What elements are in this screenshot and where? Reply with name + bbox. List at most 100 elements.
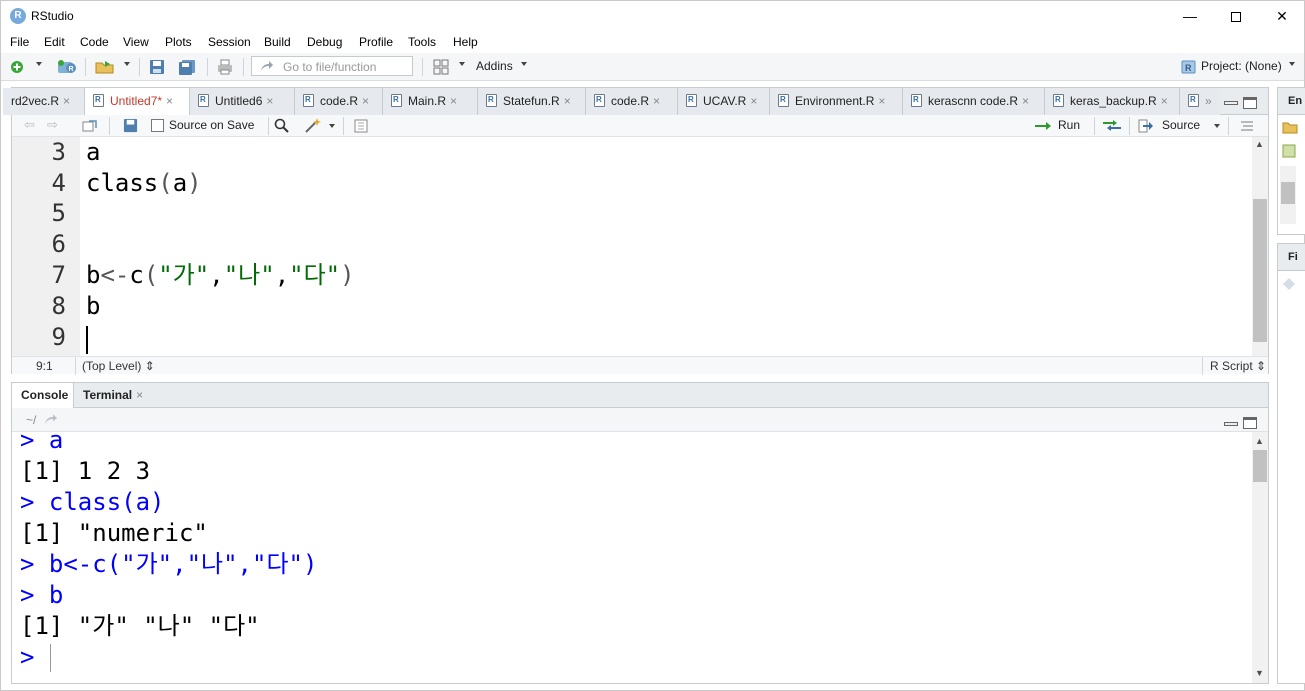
- print-icon[interactable]: [217, 59, 233, 75]
- maximize-pane-icon[interactable]: [1243, 97, 1257, 109]
- go-to-file-input[interactable]: Go to file/function: [251, 56, 413, 76]
- tab-close-icon[interactable]: ×: [266, 94, 273, 108]
- tab-label: Terminal: [83, 388, 133, 402]
- console-scrollbar[interactable]: ▲ ▼: [1252, 432, 1268, 683]
- code-tools-dropdown-icon[interactable]: [329, 124, 335, 128]
- close-button[interactable]: ✕: [1259, 1, 1305, 31]
- open-file-dropdown-icon[interactable]: [124, 62, 130, 66]
- new-project-icon[interactable]: R: [57, 59, 77, 75]
- scroll-up-icon[interactable]: ▲: [1255, 436, 1264, 446]
- console-prompt[interactable]: >: [20, 642, 49, 673]
- r-file-icon: [198, 94, 209, 107]
- files-toolbar-icon[interactable]: [1282, 277, 1296, 291]
- pane-layout-dropdown-icon[interactable]: [459, 62, 465, 66]
- go-to-directory-icon[interactable]: [44, 414, 58, 425]
- maximize-pane-icon[interactable]: [1243, 417, 1257, 429]
- tab-overflow[interactable]: »: [1180, 88, 1220, 115]
- scroll-up-icon[interactable]: ▲: [1255, 139, 1264, 149]
- console-line: > class(a): [20, 488, 165, 516]
- tab-close-icon[interactable]: ×: [653, 94, 660, 108]
- save-all-icon[interactable]: [178, 59, 197, 75]
- show-in-window-icon[interactable]: [82, 119, 98, 133]
- menu-plots[interactable]: Plots: [165, 35, 192, 49]
- tab-untitled7[interactable]: Untitled7*×: [85, 88, 190, 116]
- minimize-pane-icon[interactable]: [1224, 101, 1238, 105]
- menu-file[interactable]: File: [10, 35, 29, 49]
- tab-close-icon[interactable]: ×: [450, 94, 457, 108]
- tab-close-icon[interactable]: ×: [136, 388, 143, 402]
- source-dropdown-icon[interactable]: [1214, 124, 1220, 128]
- scroll-down-icon[interactable]: ▼: [1255, 668, 1264, 678]
- minimize-button[interactable]: —: [1167, 1, 1213, 31]
- line-code: b: [86, 292, 101, 320]
- new-file-icon[interactable]: [9, 59, 25, 75]
- menu-edit[interactable]: Edit: [44, 35, 65, 49]
- tab-code-r-2[interactable]: code.R×: [586, 88, 678, 115]
- menu-profile[interactable]: Profile: [359, 35, 393, 49]
- line-number: 5: [51, 199, 66, 227]
- code-editor[interactable]: 3a 4 class(a) 5 6 7 b<-c("가","나","다") 8b 9: [12, 137, 1252, 356]
- tab-close-icon[interactable]: ×: [878, 94, 885, 108]
- tab-keras-backup-r[interactable]: keras_backup.R ×: [1045, 88, 1180, 115]
- open-file-icon[interactable]: [95, 59, 115, 75]
- menu-session[interactable]: Session: [208, 35, 251, 49]
- menu-view[interactable]: View: [123, 35, 149, 49]
- save-file-icon[interactable]: [123, 118, 138, 133]
- tab-statefun-r[interactable]: Statefun.R ×: [478, 88, 586, 115]
- tab-close-icon[interactable]: ×: [564, 94, 571, 108]
- tab-close-icon[interactable]: ×: [750, 94, 757, 108]
- menu-tools[interactable]: Tools: [408, 35, 436, 49]
- new-file-dropdown-icon[interactable]: [36, 62, 42, 66]
- console-scrollbar-thumb[interactable]: [1253, 450, 1267, 482]
- minimize-pane-icon[interactable]: [1224, 422, 1238, 426]
- source-on-save-checkbox[interactable]: [151, 119, 164, 132]
- forward-arrow-icon[interactable]: ⇨: [47, 117, 58, 133]
- save-icon[interactable]: [149, 59, 165, 75]
- tab-close-icon[interactable]: ×: [1161, 94, 1168, 108]
- menu-help[interactable]: Help: [453, 35, 478, 49]
- tab-rd2vec[interactable]: rd2vec.R ×: [3, 88, 85, 115]
- tab-console[interactable]: Console: [12, 383, 74, 409]
- compile-report-icon[interactable]: [354, 119, 368, 133]
- editor-status-bar: 9:1 (Top Level) ⇕ R Script ⇕: [12, 356, 1268, 375]
- menu-build[interactable]: Build: [264, 35, 291, 49]
- tab-code-r[interactable]: code.R×: [295, 88, 383, 115]
- source-button[interactable]: Source: [1162, 118, 1200, 132]
- tab-close-icon[interactable]: ×: [362, 94, 369, 108]
- go-to-file-placeholder: Go to file/function: [283, 60, 377, 74]
- document-outline-icon[interactable]: [1240, 120, 1254, 132]
- find-icon[interactable]: [274, 118, 290, 134]
- tab-terminal[interactable]: Terminal ×: [74, 383, 154, 408]
- import-dataset-icon[interactable]: [1282, 144, 1298, 158]
- project-dropdown-icon[interactable]: [1289, 62, 1295, 66]
- code-tools-wand-icon[interactable]: [304, 117, 322, 134]
- menu-code[interactable]: Code: [80, 35, 109, 49]
- tab-untitled6[interactable]: Untitled6×: [190, 88, 295, 115]
- tab-close-icon[interactable]: ×: [1022, 94, 1029, 108]
- environment-scrollbar[interactable]: [1280, 166, 1296, 224]
- tab-close-icon[interactable]: ×: [166, 94, 173, 108]
- addins-dropdown-icon[interactable]: [521, 62, 527, 66]
- tab-environment[interactable]: En: [1278, 88, 1305, 115]
- open-workspace-icon[interactable]: [1282, 120, 1298, 134]
- editor-scrollbar-thumb[interactable]: [1253, 199, 1267, 342]
- maximize-button[interactable]: [1213, 1, 1259, 31]
- file-type-selector[interactable]: R Script ⇕: [1210, 359, 1266, 373]
- console-output[interactable]: > a [1] 1 2 3 > class(a) [1] "numeric" >…: [12, 432, 1252, 683]
- scope-selector[interactable]: (Top Level) ⇕: [82, 359, 155, 373]
- tab-ucav-r[interactable]: UCAV.R×: [678, 88, 770, 115]
- back-arrow-icon[interactable]: ⇦: [24, 117, 35, 133]
- tab-environment-r[interactable]: Environment.R×: [770, 88, 903, 115]
- project-menu[interactable]: Project: (None): [1201, 59, 1282, 73]
- editor-scrollbar[interactable]: ▲: [1252, 137, 1268, 356]
- tab-kerascnn-code-r[interactable]: kerascnn code.R×: [903, 88, 1045, 115]
- run-button[interactable]: Run: [1058, 118, 1080, 132]
- addins-menu[interactable]: Addins: [476, 59, 513, 73]
- more-tabs-icon[interactable]: »: [1205, 94, 1212, 108]
- tab-files[interactable]: Fi: [1278, 244, 1305, 271]
- rerun-icon[interactable]: [1101, 119, 1123, 132]
- tab-close-icon[interactable]: ×: [63, 94, 70, 108]
- menu-debug[interactable]: Debug: [307, 35, 342, 49]
- tab-main-r[interactable]: Main.R×: [383, 88, 478, 115]
- pane-layout-icon[interactable]: [433, 59, 449, 75]
